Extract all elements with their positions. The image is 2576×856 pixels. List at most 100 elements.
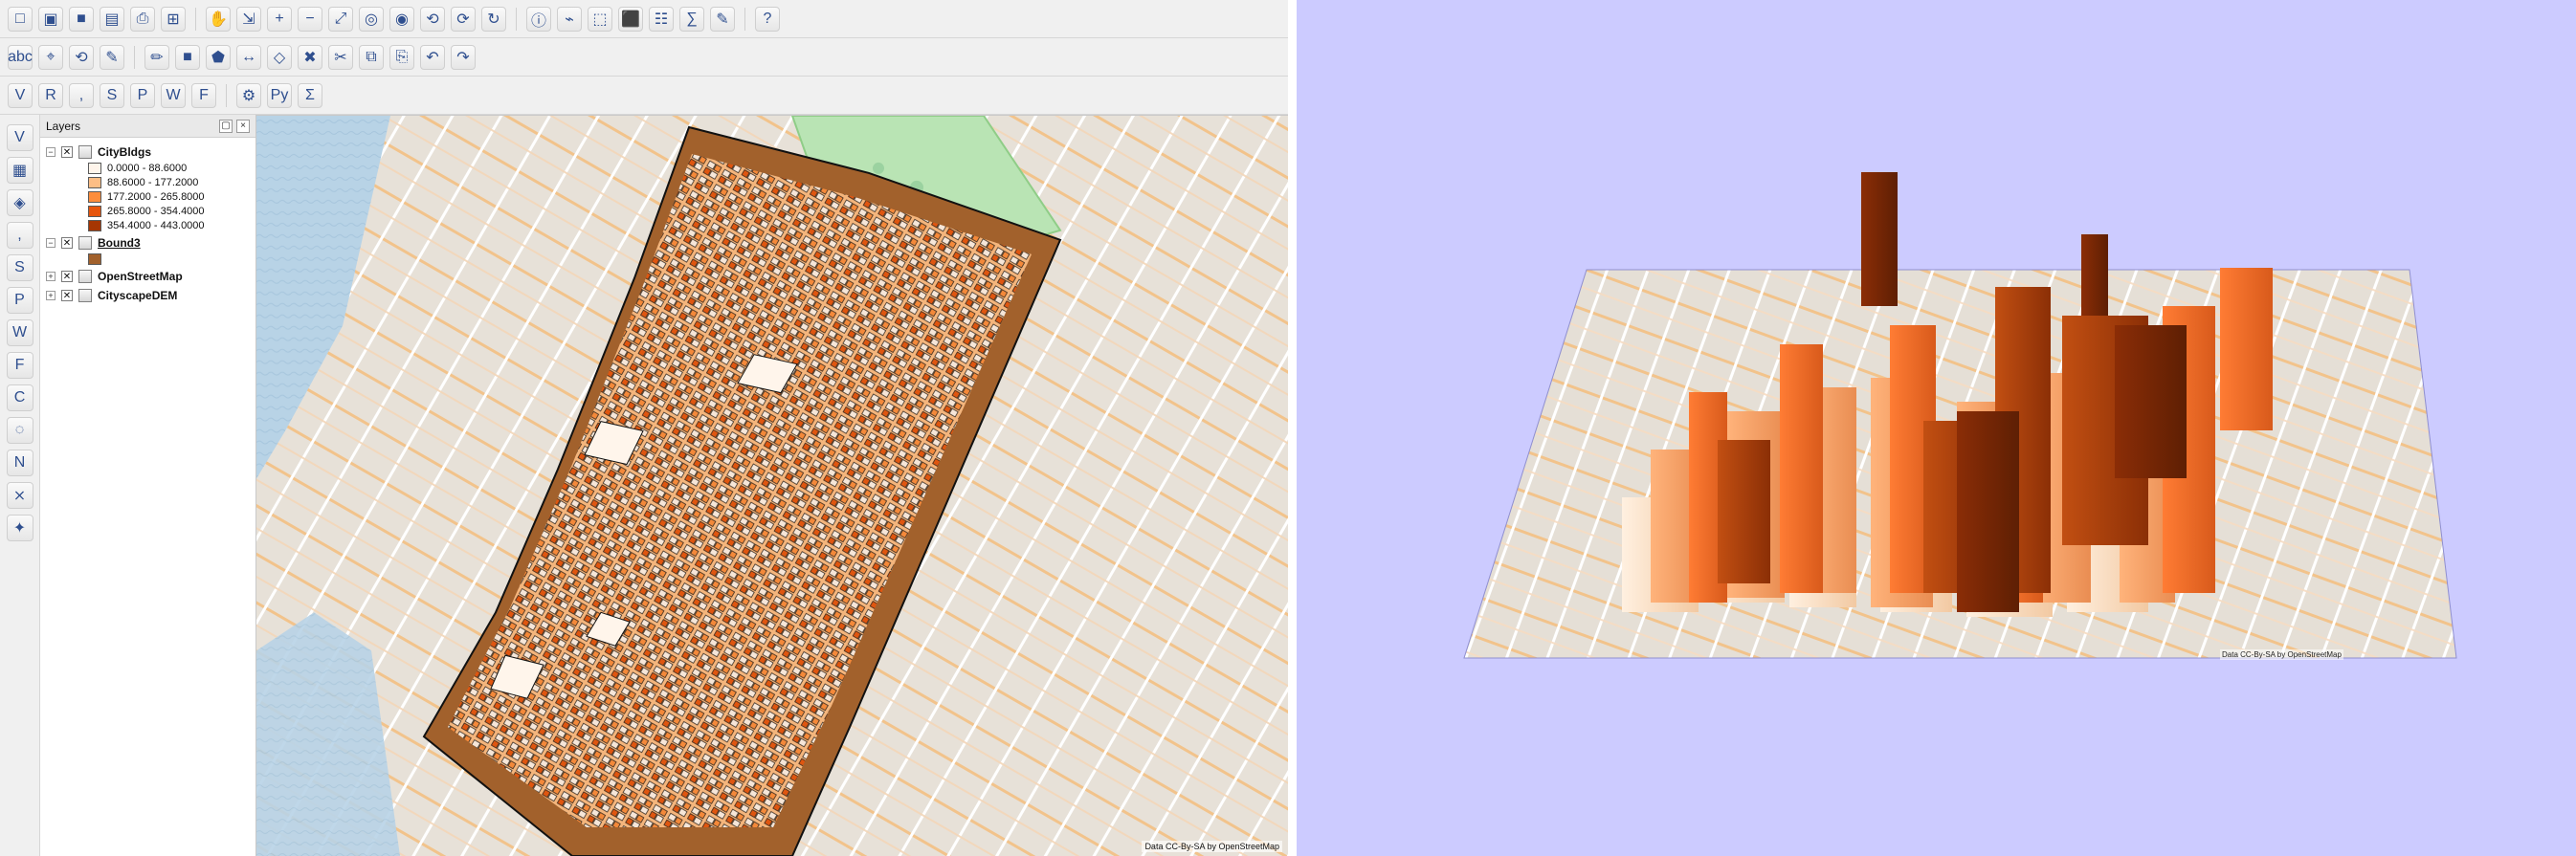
- add-vector-layer-icon[interactable]: V: [8, 82, 33, 108]
- zoom-out-icon[interactable]: −: [298, 6, 322, 32]
- legend-label: 0.0000 - 88.6000: [107, 162, 188, 174]
- float-panel-button[interactable]: ▢: [219, 119, 233, 133]
- add-mesh-icon[interactable]: ◈: [6, 189, 33, 216]
- help-icon[interactable]: ?: [755, 6, 780, 32]
- deselect-icon[interactable]: ⬛: [618, 6, 643, 32]
- legend-item: [46, 252, 250, 266]
- add-raster-icon[interactable]: ▦: [6, 157, 33, 184]
- add-delimited-text-icon[interactable]: ,: [6, 222, 33, 249]
- legend-item: 0.0000 - 88.6000: [46, 161, 250, 175]
- layout-manager-icon[interactable]: ⊞: [161, 6, 186, 32]
- layer-visibility-checkbox[interactable]: ✕: [61, 146, 73, 158]
- legend-label: 354.4000 - 443.0000: [107, 219, 205, 231]
- zoom-in-icon[interactable]: +: [267, 6, 292, 32]
- add-csv-icon[interactable]: ,: [69, 82, 94, 108]
- move-feature-icon[interactable]: ↔: [236, 44, 261, 70]
- map-canvas[interactable]: Data CC-By-SA by OpenStreetMap: [256, 115, 1288, 856]
- save-project-icon[interactable]: ■: [69, 6, 94, 32]
- node-tool-icon[interactable]: ◇: [267, 44, 292, 70]
- add-wfs-icon[interactable]: F: [191, 82, 216, 108]
- cut-icon[interactable]: ✂: [328, 44, 353, 70]
- statistics-icon[interactable]: ∑: [679, 6, 704, 32]
- add-vector-icon[interactable]: V: [6, 124, 33, 151]
- processing-icon[interactable]: ⚙: [236, 82, 261, 108]
- app-screenshot-root: □ ▣ ■ ▤ ⎙ ⊞ ✋ ⇲ + − ⤢ ◎ ◉ ⟲ ⟳ ↻ ⓘ ⌁ ⬚ ⬛ …: [0, 0, 2576, 856]
- zoom-full-icon[interactable]: ⤢: [328, 6, 353, 32]
- select-icon[interactable]: ⬚: [588, 6, 612, 32]
- delete-selected-icon[interactable]: ✖: [298, 44, 322, 70]
- redo-icon[interactable]: ↷: [451, 44, 476, 70]
- measure-icon[interactable]: ⌁: [557, 6, 582, 32]
- rotate-label-icon[interactable]: ⟲: [69, 44, 94, 70]
- new-project-icon[interactable]: □: [8, 6, 33, 32]
- save-as-icon[interactable]: ▤: [100, 6, 124, 32]
- raster-layer-icon: [78, 289, 92, 302]
- layer-visibility-checkbox[interactable]: ✕: [61, 271, 73, 282]
- layer-name: OpenStreetMap: [98, 270, 183, 283]
- main-toolbar-row-1: □ ▣ ■ ▤ ⎙ ⊞ ✋ ⇲ + − ⤢ ◎ ◉ ⟲ ⟳ ↻ ⓘ ⌁ ⬚ ⬛ …: [0, 0, 1288, 38]
- layer-item-cityscapedem[interactable]: + ✕ CityscapeDEM: [46, 287, 250, 304]
- layer-item-bound3[interactable]: − ✕ Bound3: [46, 234, 250, 252]
- add-spatialite-icon[interactable]: S: [100, 82, 124, 108]
- layer-visibility-checkbox[interactable]: ✕: [61, 290, 73, 301]
- layer-expander[interactable]: −: [46, 147, 56, 157]
- layer-visibility-checkbox[interactable]: ✕: [61, 237, 73, 249]
- add-postgis-icon[interactable]: P: [130, 82, 155, 108]
- layer-name: Bound3: [98, 236, 141, 250]
- add-spatialite-icon[interactable]: S: [6, 254, 33, 281]
- main-toolbar-row-3: V R , S P W F ⚙ Py Σ: [0, 77, 1288, 115]
- add-wcs-icon[interactable]: C: [6, 384, 33, 411]
- legend-swatch: [88, 219, 101, 231]
- 3d-map-view[interactable]: Data CC-By-SA by OpenStreetMap: [1297, 0, 2576, 856]
- add-postgis-icon[interactable]: P: [6, 287, 33, 314]
- layer-item-openstreetmap[interactable]: + ✕ OpenStreetMap: [46, 268, 250, 285]
- zoom-to-layer-icon[interactable]: ◉: [389, 6, 414, 32]
- python-console-icon[interactable]: Py: [267, 82, 292, 108]
- legend-label: 177.2000 - 265.8000: [107, 190, 205, 203]
- zoom-next-icon[interactable]: ⟳: [451, 6, 476, 32]
- layer-expander[interactable]: +: [46, 272, 56, 281]
- toggle-editing-icon[interactable]: ✏: [144, 44, 169, 70]
- layers-panel-title: Layers: [46, 119, 81, 133]
- copy-icon[interactable]: ⧉: [359, 44, 384, 70]
- attribute-table-icon[interactable]: ☷: [649, 6, 674, 32]
- 3d-canvas-svg: [1463, 172, 2457, 659]
- print-layout-icon[interactable]: ⎙: [130, 6, 155, 32]
- close-panel-button[interactable]: ×: [236, 119, 250, 133]
- style-manager-icon[interactable]: ✦: [6, 515, 33, 541]
- layer-item-citybldgs[interactable]: − ✕ CityBldgs: [46, 143, 250, 161]
- add-virtual-layer-icon[interactable]: ◌: [6, 417, 33, 444]
- identify-icon[interactable]: ⓘ: [526, 6, 551, 32]
- toolbar-separator: [516, 7, 517, 31]
- add-wms-icon[interactable]: W: [6, 319, 33, 346]
- open-project-icon[interactable]: ▣: [38, 6, 63, 32]
- undo-icon[interactable]: ↶: [420, 44, 445, 70]
- add-wfs-icon[interactable]: F: [6, 352, 33, 379]
- map-canvas-svg: [256, 116, 1288, 856]
- refresh-icon[interactable]: ↻: [481, 6, 506, 32]
- label-icon[interactable]: abc: [8, 44, 33, 70]
- remove-layer-icon[interactable]: ⨯: [6, 482, 33, 509]
- legend-item: 265.8000 - 354.4000: [46, 204, 250, 218]
- pin-label-icon[interactable]: ⌖: [38, 44, 63, 70]
- add-wms-icon[interactable]: W: [161, 82, 186, 108]
- zoom-to-selection-icon[interactable]: ◎: [359, 6, 384, 32]
- pan-to-selection-icon[interactable]: ⇲: [236, 6, 261, 32]
- new-shapefile-icon[interactable]: N: [6, 450, 33, 476]
- paste-icon[interactable]: ⎘: [389, 44, 414, 70]
- annotation-icon[interactable]: ✎: [710, 6, 735, 32]
- digitize-icon[interactable]: ⬟: [206, 44, 231, 70]
- pan-icon[interactable]: ✋: [206, 6, 231, 32]
- legend-swatch: [88, 190, 101, 203]
- change-label-icon[interactable]: ✎: [100, 44, 124, 70]
- field-calculator-icon[interactable]: Σ: [298, 82, 322, 108]
- qgis-window: □ ▣ ■ ▤ ⎙ ⊞ ✋ ⇲ + − ⤢ ◎ ◉ ⟲ ⟳ ↻ ⓘ ⌁ ⬚ ⬛ …: [0, 0, 1288, 856]
- save-edits-icon[interactable]: ■: [175, 44, 200, 70]
- layer-expander[interactable]: +: [46, 291, 56, 300]
- add-raster-layer-icon[interactable]: R: [38, 82, 63, 108]
- legend-item: 354.4000 - 443.0000: [46, 218, 250, 232]
- left-toolbar: V ▦ ◈ , S P W F C ◌ N ⨯ ✦: [0, 115, 40, 856]
- zoom-last-icon[interactable]: ⟲: [420, 6, 445, 32]
- vector-layer-icon: [78, 236, 92, 250]
- layer-expander[interactable]: −: [46, 238, 56, 248]
